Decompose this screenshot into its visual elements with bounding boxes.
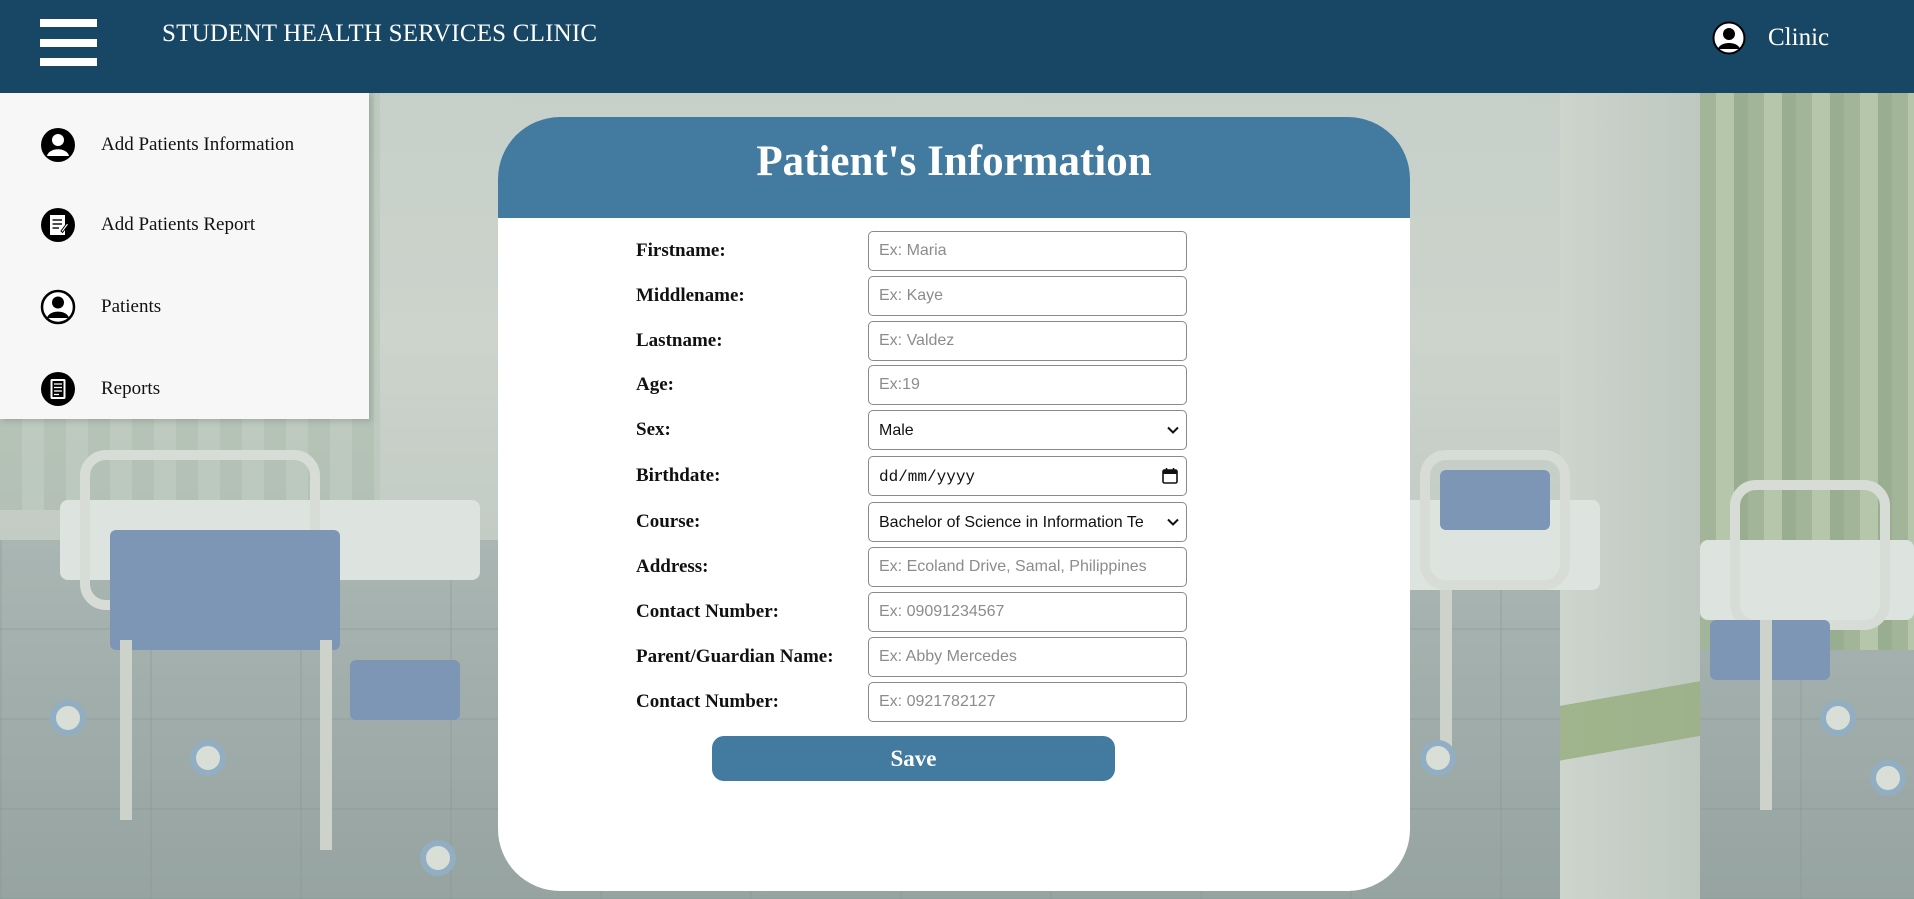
sidebar-item-add-patients-information[interactable]: Add Patients Information xyxy=(0,115,369,175)
birthdate-row: Birthdate: dd/mm/yyyy xyxy=(636,456,1196,496)
contact-number-label: Contact Number: xyxy=(636,601,780,622)
course-row: Course: Bachelor of Science in Informati… xyxy=(636,502,1196,542)
sidebar-item-label: Reports xyxy=(101,378,161,399)
age-input[interactable] xyxy=(868,365,1187,405)
menu-hamburger-icon[interactable] xyxy=(40,19,97,66)
form-title: Patient's Information xyxy=(756,138,1152,185)
address-label: Address: xyxy=(636,556,709,577)
reports-list-icon xyxy=(41,372,75,406)
sidebar-menu: Add Patients Information Add Patients Re… xyxy=(0,93,369,419)
save-button[interactable]: Save xyxy=(712,736,1115,781)
user-name: Clinic xyxy=(1768,24,1830,51)
sex-label: Sex: xyxy=(636,419,671,440)
guardian-contact-label: Contact Number: xyxy=(636,691,780,712)
user-circle-icon xyxy=(41,128,75,162)
form-header: Patient's Information xyxy=(498,117,1410,218)
sidebar-item-reports[interactable]: Reports xyxy=(0,359,369,419)
address-input[interactable] xyxy=(868,547,1187,587)
course-select[interactable]: Bachelor of Science in Information Te xyxy=(868,502,1187,542)
age-row: Age: xyxy=(636,365,1196,405)
sex-row: Sex: Male xyxy=(636,410,1196,450)
guardian-name-label: Parent/Guardian Name: xyxy=(636,646,834,667)
guardian-name-row: Parent/Guardian Name: xyxy=(636,637,1196,677)
sidebar-item-add-patients-report[interactable]: Add Patients Report xyxy=(0,195,369,255)
guardian-contact-input[interactable] xyxy=(868,682,1187,722)
user-circle-icon xyxy=(1712,21,1746,55)
lastname-label: Lastname: xyxy=(636,330,723,351)
sidebar-item-patients[interactable]: Patients xyxy=(0,277,369,337)
guardian-name-input[interactable] xyxy=(868,637,1187,677)
user-circle-outline-icon xyxy=(40,289,76,325)
firstname-label: Firstname: xyxy=(636,240,726,261)
top-header: STUDENT HEALTH SERVICES CLINIC Clinic xyxy=(0,0,1914,93)
course-label: Course: xyxy=(636,511,701,532)
middlename-label: Middlename: xyxy=(636,285,745,306)
address-row: Address: xyxy=(636,547,1196,587)
user-account[interactable]: Clinic xyxy=(1712,18,1829,58)
birthdate-label: Birthdate: xyxy=(636,465,721,486)
birthdate-input[interactable]: dd/mm/yyyy xyxy=(868,456,1187,496)
contact-number-row: Contact Number: xyxy=(636,592,1196,632)
guardian-contact-row: Contact Number: xyxy=(636,682,1196,722)
sex-select[interactable]: Male xyxy=(868,410,1187,450)
firstname-input[interactable] xyxy=(868,231,1187,271)
firstname-row: Firstname: xyxy=(636,231,1196,271)
sidebar-item-label: Add Patients Information xyxy=(101,134,295,155)
sidebar-item-label: Add Patients Report xyxy=(101,214,256,235)
lastname-row: Lastname: xyxy=(636,321,1196,361)
middlename-row: Middlename: xyxy=(636,276,1196,316)
age-label: Age: xyxy=(636,374,674,395)
report-document-icon xyxy=(41,208,75,242)
lastname-input[interactable] xyxy=(868,321,1187,361)
patient-information-form: Patient's Information Firstname: Middlen… xyxy=(498,117,1410,891)
app-title: STUDENT HEALTH SERVICES CLINIC xyxy=(162,20,598,47)
sidebar-item-label: Patients xyxy=(101,296,162,317)
contact-number-input[interactable] xyxy=(868,592,1187,632)
middlename-input[interactable] xyxy=(868,276,1187,316)
